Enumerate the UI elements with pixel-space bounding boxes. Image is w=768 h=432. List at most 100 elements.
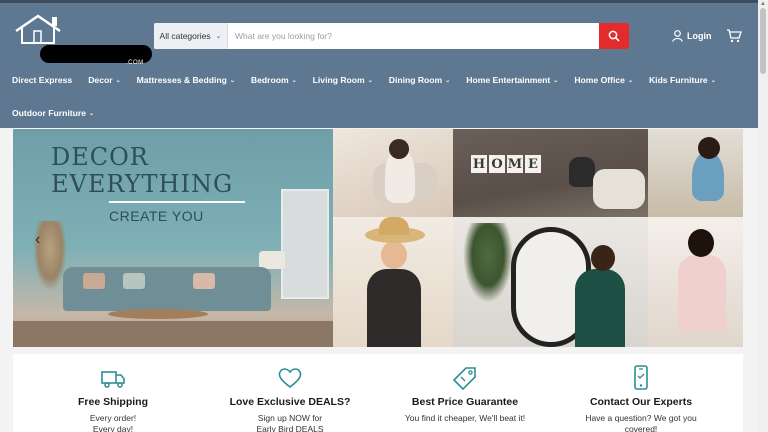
cart-icon [727,29,742,43]
nav-label: Home Entertainment [466,75,551,85]
tile-woman-mirror [453,217,648,347]
nav-label: Outdoor Furniture [12,108,86,118]
login-label: Login [687,31,712,41]
nav-item-kids-furniture[interactable]: Kids Furniture ⌄ [649,75,716,85]
house-logo-icon [15,14,61,44]
chevron-down-icon: ⌄ [229,77,235,84]
nav-label: Home Office [574,75,625,85]
chevron-down-icon: ⌄ [553,77,559,84]
feature-subtitle-line: Every day! [92,424,134,432]
feature-subtitle: You find it cheaper, We'll beat it! [390,413,540,424]
hat-crown-graphic [379,217,409,235]
search-icon [608,30,620,42]
features-bar: Free Shipping Every order! Every day! Lo… [13,354,743,432]
chevron-down-icon: ⌄ [710,77,716,84]
feature-title: Best Price Guarantee [411,396,519,408]
nav-label: Kids Furniture [648,75,708,85]
feature-subtitle: Have a question? We got you covered! [566,413,716,432]
nav-label: Decor [88,75,113,85]
pillow-graphic [123,273,145,289]
hero-headline: DECOR EVERYTHING [51,144,233,198]
nav-item-decor[interactable]: Decor ⌄ [88,75,120,85]
pillow-graphic [83,273,105,289]
nav-item-home-entertainment[interactable]: Home Entertainment ⌄ [466,75,558,85]
chevron-down-icon: ⌄ [627,77,633,84]
feature-title: Love Exclusive DEALS? [229,396,351,408]
letter-block: H [471,155,487,173]
chevron-down-icon: ⌄ [445,77,451,84]
nav-item-bedroom[interactable]: Bedroom ⌄ [251,75,297,85]
feature-title: Contact Our Experts [589,396,693,408]
nav-item-mattresses-bedding[interactable]: Mattresses & Bedding ⌄ [137,75,235,85]
chevron-down-icon: ⌄ [115,77,121,84]
feature-subtitle-line: covered! [624,424,658,432]
search-button[interactable] [599,23,629,49]
nav-label: Dining Room [388,75,443,85]
phone-icon [634,365,648,390]
feature-subtitle: Sign up NOW for Early Bird DEALS [215,413,365,432]
nav-item-home-office[interactable]: Home Office ⌄ [574,75,633,85]
pillow-graphic [193,273,215,289]
carousel-prev-icon[interactable]: ‹ [35,231,40,249]
tile-woman-armchair [333,129,453,217]
scrollbar-thumb[interactable] [760,8,766,74]
floor-graphic [13,321,333,347]
chevron-down-icon: ⌄ [367,77,373,84]
chevron-down-icon: ⌄ [215,33,222,40]
feature-subtitle: Every order! Every day! [38,413,188,432]
kettle-graphic [569,157,595,187]
login-link[interactable]: Login [672,30,712,42]
person-graphic [575,269,625,347]
palm-plant-graphic [463,223,513,303]
feature-exclusive-deals[interactable]: Love Exclusive DEALS? Sign up NOW for Ea… [215,364,365,432]
nav-label: Bedroom [250,75,289,85]
site-logo[interactable]: .COM [12,13,152,66]
nav-item-direct-express[interactable]: Direct Express [12,75,72,85]
person-head-graphic [698,137,720,159]
hero-divider [109,201,245,203]
letter-block: E [525,155,541,173]
hero-headline-line1: DECOR [51,143,149,171]
nav-label: Direct Express [12,75,73,85]
feature-subtitle-line: Early Bird DEALS [256,424,324,432]
main-nav: Direct Express Decor ⌄ Mattresses & Beddi… [12,75,732,85]
feature-subtitle-line: You find it cheaper, We'll beat it! [404,413,526,423]
search-input[interactable] [228,23,599,49]
truck-icon [101,371,125,388]
door-graphic [281,189,329,299]
feature-contact-experts[interactable]: Contact Our Experts Have a question? We … [566,364,716,432]
knit-cushion-graphic [593,169,645,209]
person-graphic [367,269,421,347]
person-head-graphic [688,229,714,257]
coffee-table-graphic [108,309,208,319]
nav-item-outdoor-furniture[interactable]: Outdoor Furniture ⌄ [12,108,94,118]
nav-label: Mattresses & Bedding [136,75,227,85]
user-icon [672,30,683,42]
price-tag-icon [452,367,476,390]
site-header: .COM All categories ⌄ Login Direct Expre [0,3,758,128]
letter-block: M [507,155,523,173]
category-select[interactable]: All categories ⌄ [154,23,228,49]
feature-best-price[interactable]: Best Price Guarantee You find it cheaper… [390,364,540,424]
hero-headline-line2: EVERYTHING [51,170,234,198]
person-graphic [678,255,726,331]
search-bar: All categories ⌄ [154,23,629,49]
person-head-graphic [389,139,409,159]
chevron-down-icon: ⌄ [291,77,297,84]
tile-woman-hat [333,217,453,347]
scroll-up-icon[interactable]: ▲ [760,1,766,7]
nav-item-living-room[interactable]: Living Room ⌄ [313,75,373,85]
tile-woman-pillow [648,217,743,347]
tile-woman-plant [648,129,743,217]
hero-banner[interactable]: DECOR EVERYTHING CREATE YOU ‹ H O M E [13,129,743,347]
hero-living-room-image: DECOR EVERYTHING CREATE YOU ‹ [13,129,333,347]
cart-button[interactable] [726,29,742,48]
letter-block: O [489,155,505,173]
feature-subtitle-line: Have a question? We got you [585,413,697,423]
nav-item-dining-room[interactable]: Dining Room ⌄ [389,75,451,85]
category-select-label: All categories [159,31,211,41]
nav-label: Living Room [312,75,365,85]
feature-free-shipping[interactable]: Free Shipping Every order! Every day! [38,364,188,432]
logo-com-text: .COM [126,60,144,66]
feature-subtitle-line: Sign up NOW for [257,413,323,423]
